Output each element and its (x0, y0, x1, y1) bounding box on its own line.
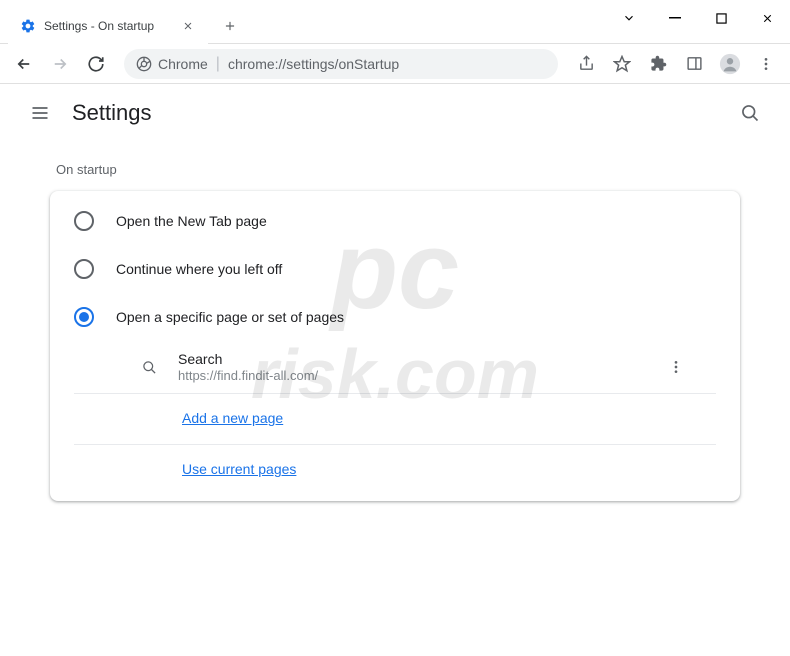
page-title: Settings (72, 100, 152, 126)
window-dropdown-button[interactable] (606, 0, 652, 36)
settings-header: Settings (0, 84, 790, 142)
scheme-label: Chrome (158, 56, 208, 72)
window-close-button[interactable] (744, 0, 790, 36)
radio-label: Open a specific page or set of pages (116, 309, 344, 325)
sidepanel-button[interactable] (678, 48, 710, 80)
close-icon[interactable] (180, 18, 196, 34)
new-tab-button[interactable] (216, 12, 244, 40)
startup-card: Open the New Tab page Continue where you… (50, 191, 740, 501)
window-maximize-button[interactable] (698, 0, 744, 36)
settings-content: On startup Open the New Tab page Continu… (0, 142, 790, 521)
startup-page-entry: Search https://find.findit-all.com/ (74, 341, 716, 394)
extensions-button[interactable] (642, 48, 674, 80)
radio-option-new-tab[interactable]: Open the New Tab page (50, 197, 740, 245)
radio-option-specific-pages[interactable]: Open a specific page or set of pages (50, 293, 740, 341)
tab-title: Settings - On startup (44, 19, 172, 33)
browser-tab[interactable]: Settings - On startup (8, 8, 208, 44)
window-titlebar: Settings - On startup (0, 0, 790, 44)
page-name: Search (178, 351, 640, 367)
use-current-row: Use current pages (74, 445, 716, 495)
radio-icon (74, 259, 94, 279)
radio-option-continue[interactable]: Continue where you left off (50, 245, 740, 293)
page-url: https://find.findit-all.com/ (178, 368, 640, 383)
hamburger-menu-button[interactable] (20, 93, 60, 133)
reload-button[interactable] (80, 48, 112, 80)
bookmark-button[interactable] (606, 48, 638, 80)
forward-button[interactable] (44, 48, 76, 80)
window-minimize-button[interactable] (652, 0, 698, 36)
tab-strip: Settings - On startup (0, 0, 606, 44)
back-button[interactable] (8, 48, 40, 80)
browser-toolbar: Chrome | chrome://settings/onStartup (0, 44, 790, 84)
add-page-row: Add a new page (74, 394, 716, 445)
profile-button[interactable] (714, 48, 746, 80)
radio-label: Continue where you left off (116, 261, 282, 277)
url-text: chrome://settings/onStartup (228, 56, 399, 72)
gear-icon (20, 18, 36, 34)
chrome-badge: Chrome (136, 56, 208, 72)
search-icon (140, 358, 158, 376)
page-info: Search https://find.findit-all.com/ (178, 351, 640, 383)
section-title: On startup (56, 162, 740, 177)
radio-icon (74, 211, 94, 231)
add-page-link[interactable]: Add a new page (182, 410, 283, 426)
share-button[interactable] (570, 48, 602, 80)
menu-button[interactable] (750, 48, 782, 80)
window-controls (606, 0, 790, 36)
use-current-pages-link[interactable]: Use current pages (182, 461, 296, 477)
address-bar[interactable]: Chrome | chrome://settings/onStartup (124, 49, 558, 79)
chrome-icon (136, 56, 152, 72)
search-button[interactable] (730, 93, 770, 133)
omnibox-separator: | (216, 55, 220, 73)
radio-icon (74, 307, 94, 327)
radio-label: Open the New Tab page (116, 213, 267, 229)
page-more-button[interactable] (660, 351, 692, 383)
toolbar-actions (570, 48, 782, 80)
